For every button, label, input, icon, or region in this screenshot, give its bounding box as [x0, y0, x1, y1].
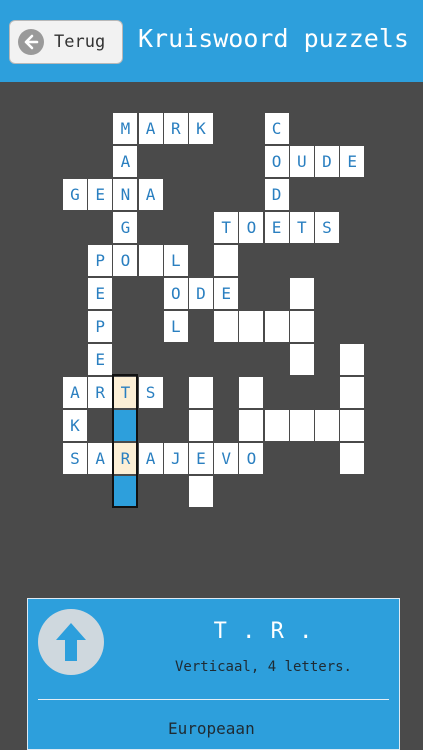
grid-cell[interactable]	[289, 410, 314, 441]
grid-cell[interactable]	[289, 311, 314, 342]
grid-cell[interactable]: M	[113, 113, 138, 144]
grid-cell[interactable]: A	[138, 113, 163, 144]
grid-cell[interactable]	[239, 410, 264, 441]
grid-cell[interactable]: R	[88, 377, 113, 408]
grid-cell[interactable]	[340, 410, 365, 441]
grid-cell[interactable]	[315, 410, 339, 441]
grid-cell[interactable]	[214, 311, 239, 342]
back-button[interactable]: Terug	[9, 20, 123, 64]
grid-cell[interactable]	[138, 245, 163, 276]
grid-cell[interactable]	[239, 311, 264, 342]
grid-cell[interactable]: E	[88, 179, 113, 210]
grid-cell[interactable]: D	[264, 179, 289, 210]
clue-panel: T . R . Verticaal, 4 letters. Europeaan	[27, 598, 400, 750]
grid-cell[interactable]	[189, 377, 213, 408]
grid-cell[interactable]: T	[289, 212, 314, 243]
grid-cell[interactable]: S	[138, 377, 163, 408]
grid-cell[interactable]: S	[63, 443, 87, 474]
back-button-label: Terug	[54, 32, 106, 52]
grid-cell[interactable]: A	[113, 146, 138, 177]
grid-cell[interactable]: E	[88, 344, 113, 375]
grid-cell[interactable]: N	[113, 179, 138, 210]
grid-cell[interactable]	[214, 245, 239, 276]
grid-cell[interactable]	[289, 344, 314, 375]
grid-cell[interactable]: J	[163, 443, 188, 474]
arrow-left-icon	[18, 29, 44, 55]
arrow-up-icon[interactable]	[38, 609, 104, 675]
grid-cell[interactable]: A	[63, 377, 87, 408]
clue-text: Europeaan	[168, 719, 255, 738]
grid-cell[interactable]: A	[88, 443, 113, 474]
grid-cell[interactable]	[113, 476, 138, 507]
grid-cell[interactable]: G	[63, 179, 87, 210]
grid-cell[interactable]: K	[189, 113, 213, 144]
grid-cell[interactable]: S	[315, 212, 339, 243]
grid-cell[interactable]	[189, 476, 213, 507]
grid-cell[interactable]	[189, 410, 213, 441]
grid-cell[interactable]: E	[88, 278, 113, 309]
grid-cell[interactable]	[340, 344, 365, 375]
page-title: Kruiswoord puzzels	[138, 24, 409, 53]
grid-cell[interactable]: L	[163, 311, 188, 342]
grid-cell[interactable]	[113, 410, 138, 441]
grid-cell[interactable]: E	[214, 278, 239, 309]
grid-cell[interactable]: O	[239, 212, 264, 243]
grid-cell[interactable]	[239, 377, 264, 408]
grid-cell[interactable]: R	[163, 113, 188, 144]
grid-cell[interactable]: T	[113, 377, 138, 408]
clue-pattern: T . R .	[213, 619, 314, 644]
grid-cell[interactable]: L	[163, 245, 188, 276]
grid-cell[interactable]: V	[214, 443, 239, 474]
grid-cell[interactable]: D	[189, 278, 213, 309]
grid-cell[interactable]	[264, 410, 289, 441]
grid-cell[interactable]: A	[138, 179, 163, 210]
grid-cell[interactable]: R	[113, 443, 138, 474]
grid-cell[interactable]: P	[88, 245, 113, 276]
grid-cell[interactable]	[340, 377, 365, 408]
grid-cell[interactable]: K	[63, 410, 87, 441]
grid-cell[interactable]: O	[113, 245, 138, 276]
grid-cell[interactable]: O	[264, 146, 289, 177]
app-header: Terug Kruiswoord puzzels	[0, 0, 423, 82]
grid-cell[interactable]: O	[239, 443, 264, 474]
grid-cell[interactable]: T	[214, 212, 239, 243]
grid-cell[interactable]: U	[289, 146, 314, 177]
grid-cell[interactable]	[289, 278, 314, 309]
grid-cell[interactable]: A	[138, 443, 163, 474]
grid-cell[interactable]: C	[264, 113, 289, 144]
clue-info: Verticaal, 4 letters.	[174, 659, 352, 675]
grid-cell[interactable]: E	[340, 146, 365, 177]
grid-cell[interactable]: G	[113, 212, 138, 243]
grid-cell[interactable]	[264, 311, 289, 342]
grid-cell[interactable]	[340, 443, 365, 474]
grid-cell[interactable]: P	[88, 311, 113, 342]
grid-cell[interactable]: O	[163, 278, 188, 309]
clue-divider	[38, 699, 389, 700]
grid-cell[interactable]: E	[264, 212, 289, 243]
grid-cell[interactable]: D	[315, 146, 339, 177]
grid-cell[interactable]: E	[189, 443, 213, 474]
